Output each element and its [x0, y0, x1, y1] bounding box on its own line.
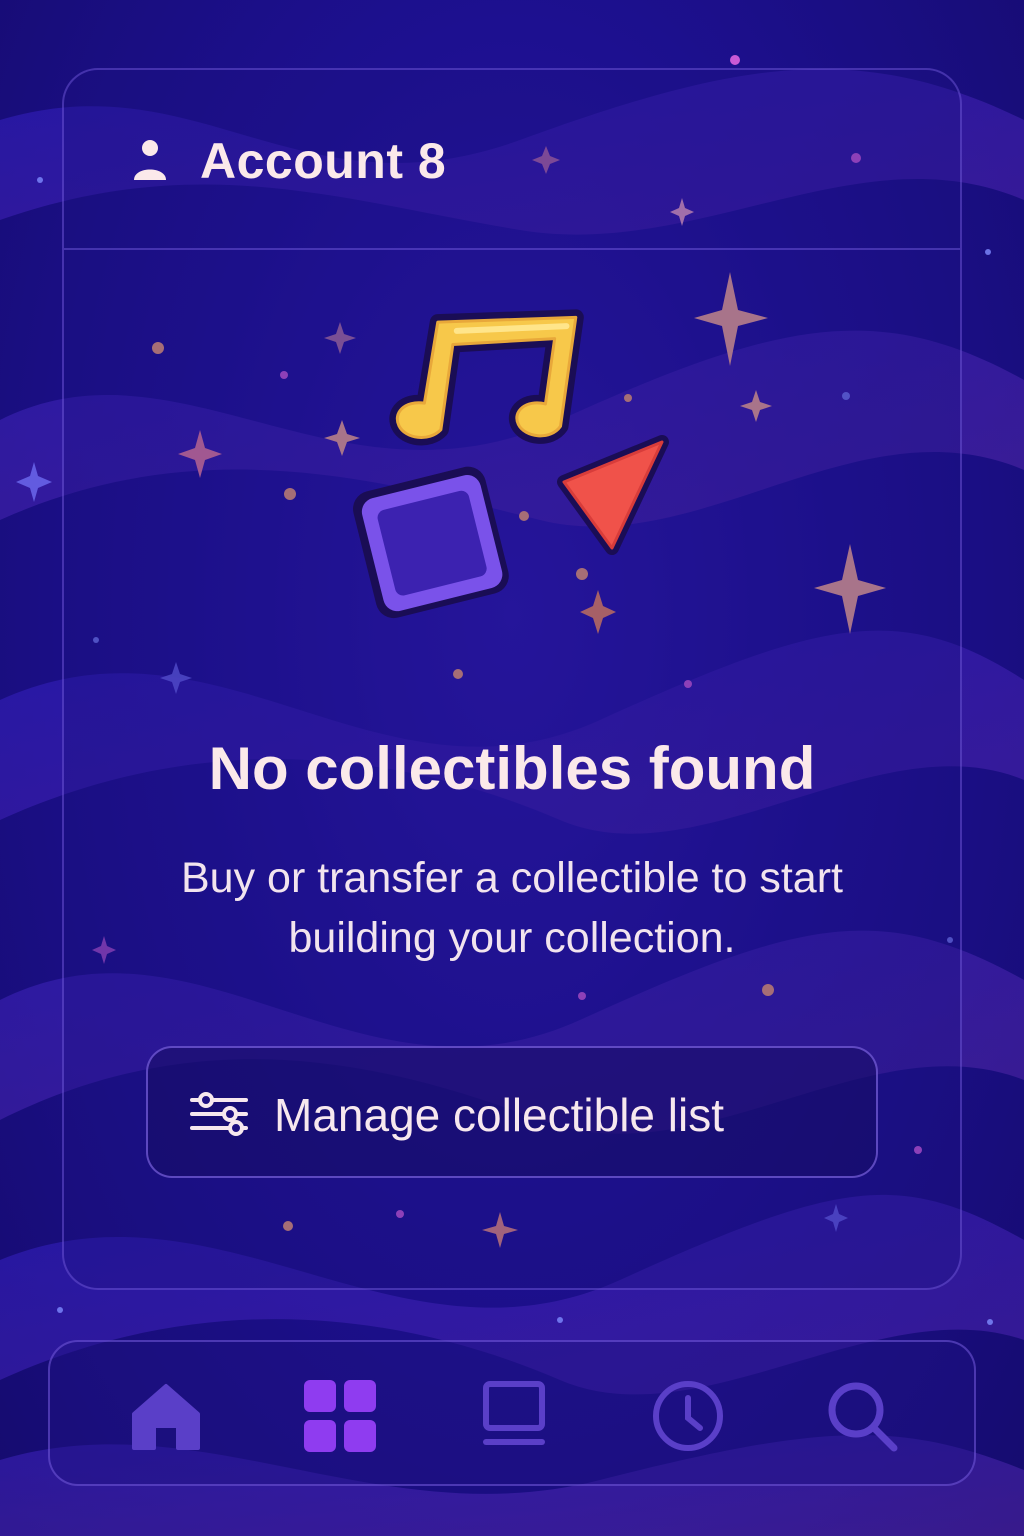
triangle-shape-icon [557, 435, 669, 555]
clock-icon [653, 1381, 723, 1451]
bottom-tab-bar [48, 1340, 976, 1486]
manage-collectible-list-button[interactable]: Manage collectible list [146, 1046, 878, 1178]
grid-icon [304, 1380, 376, 1452]
square-shape-icon [353, 466, 509, 619]
manage-button-label: Manage collectible list [274, 1089, 725, 1141]
laptop-icon [483, 1381, 545, 1445]
tab-home[interactable] [126, 1376, 206, 1456]
app-screen: Account 8 No collectibles found Buy or t… [0, 0, 1024, 1536]
tab-history[interactable] [648, 1376, 728, 1456]
tab-search[interactable] [822, 1376, 902, 1456]
collectibles-illustration [353, 309, 669, 619]
account-name[interactable]: Account 8 [200, 132, 446, 190]
person-icon [134, 140, 166, 180]
empty-state-description: Buy or transfer a collectible to start b… [180, 854, 843, 962]
account-header: Account 8 [64, 70, 960, 250]
search-icon [828, 1382, 898, 1452]
tab-activity-screen[interactable] [474, 1376, 554, 1456]
music-note-icon [389, 309, 584, 446]
empty-state-title: No collectibles found [208, 735, 816, 802]
home-icon [132, 1384, 200, 1450]
sliders-icon [190, 1092, 248, 1136]
tab-collectibles[interactable] [300, 1376, 380, 1456]
